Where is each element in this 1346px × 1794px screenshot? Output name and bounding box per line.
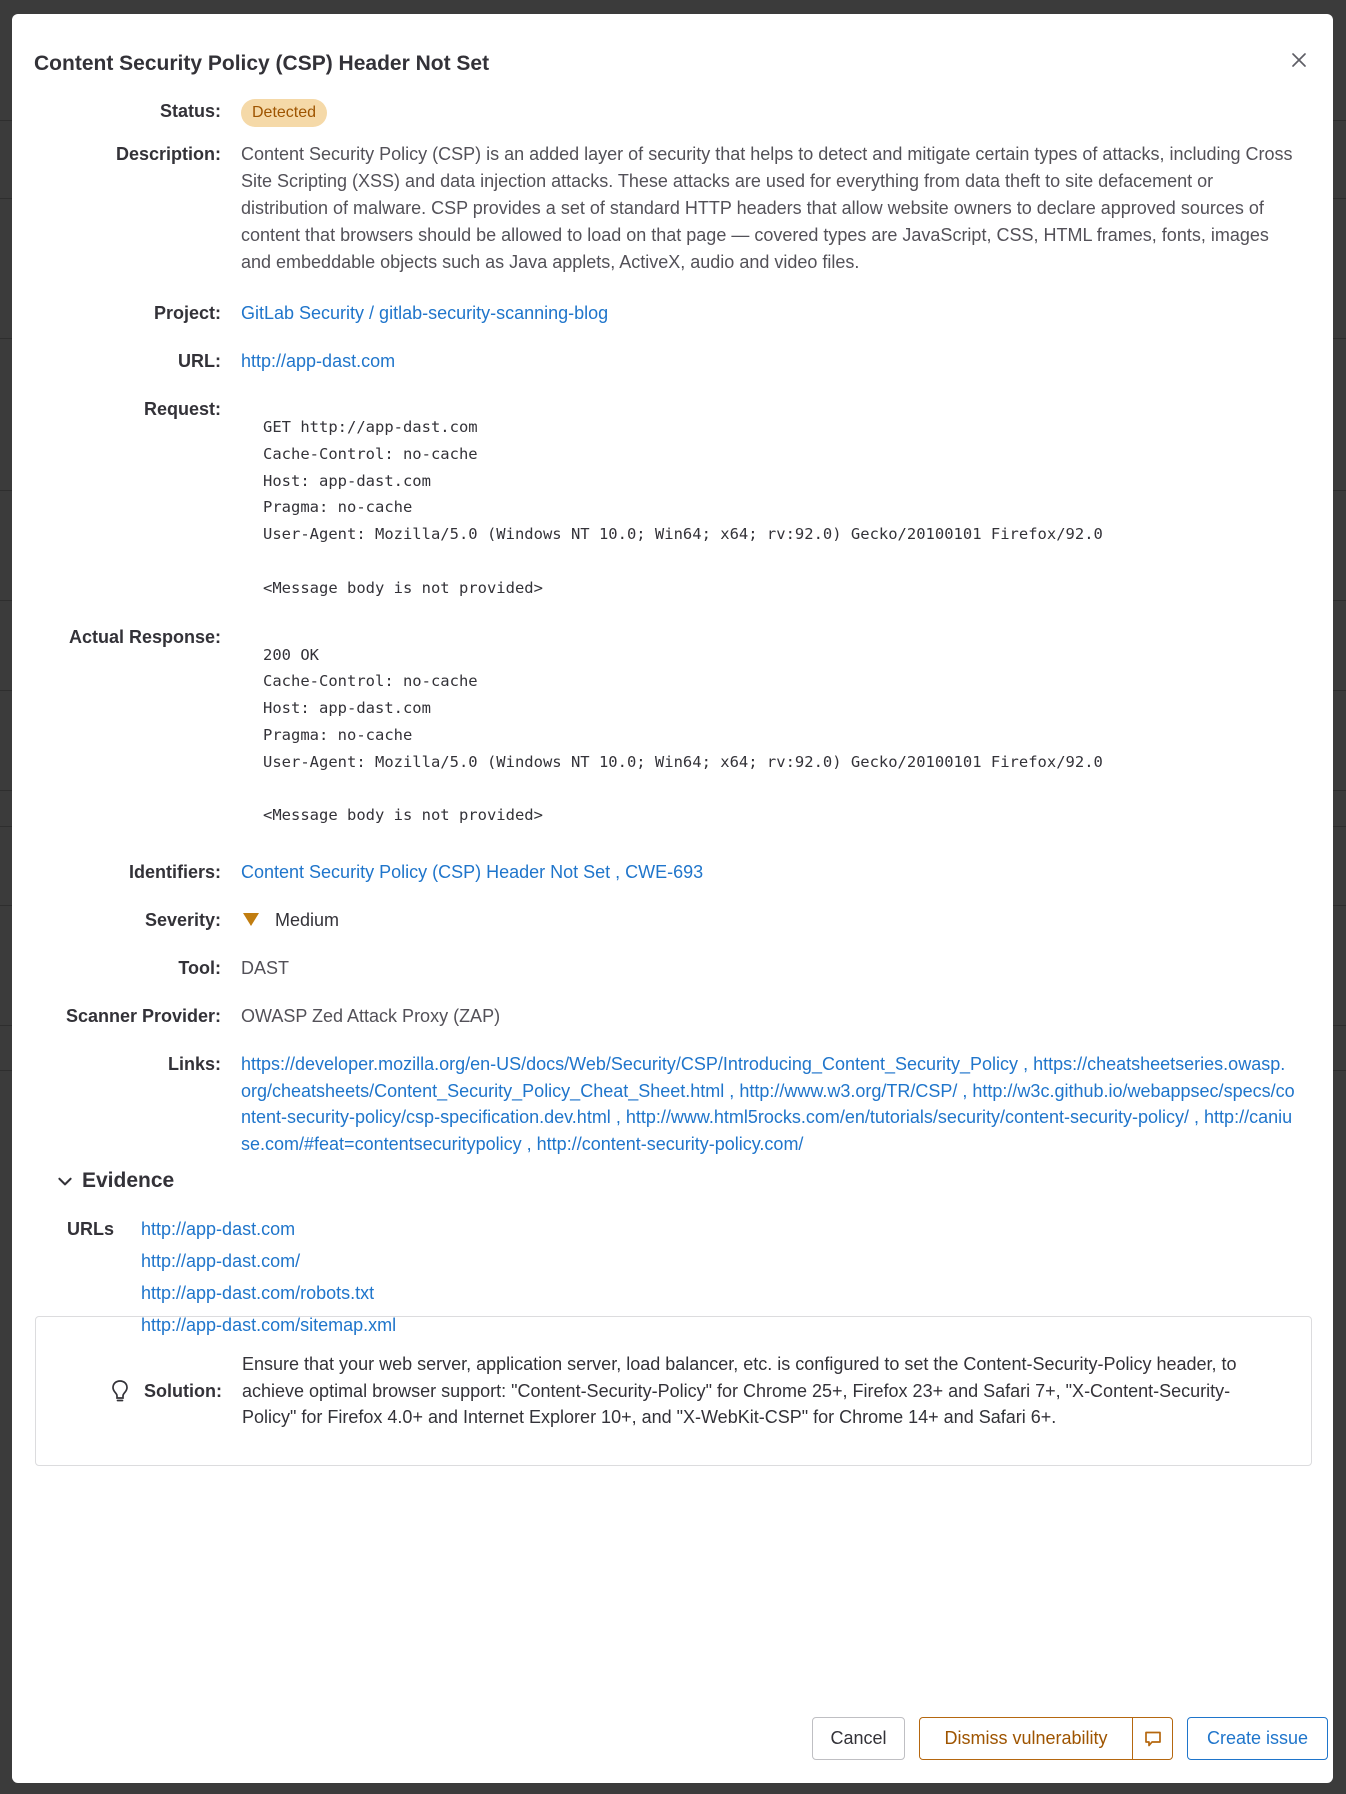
tool-row: Tool: DAST	[12, 955, 1333, 982]
tool-label: Tool:	[178, 958, 221, 979]
severity-value: Medium	[275, 910, 340, 931]
modal-title: Content Security Policy (CSP) Header Not…	[34, 52, 490, 75]
evidence-url-link[interactable]: http://app-dast.com	[141, 1213, 396, 1245]
evidence-url-link[interactable]: http://app-dast.com/	[141, 1245, 396, 1277]
link-separator: ,	[724, 1080, 740, 1101]
link-separator: ,	[521, 1133, 537, 1154]
link-separator: ,	[1189, 1107, 1205, 1128]
description-text: Content Security Policy (CSP) is an adde…	[241, 144, 1293, 272]
link-separator: ,	[610, 1107, 626, 1128]
scanner-value: OWASP Zed Attack Proxy (ZAP)	[241, 1006, 501, 1027]
identifier-link[interactable]: CWE-693	[625, 862, 703, 882]
solution-text: Ensure that your web server, application…	[242, 1354, 1237, 1428]
response-code: 200 OK Cache-Control: no-cache Host: app…	[263, 645, 1103, 825]
response-label: Actual Response:	[68, 626, 221, 647]
links-label: Links:	[167, 1054, 221, 1075]
reference-link[interactable]: http://www.w3.org/TR/CSP/	[739, 1081, 957, 1101]
scanner-label: Scanner Provider:	[65, 1006, 221, 1027]
link-separator: ,	[957, 1080, 973, 1101]
project-row: Project: GitLab Security / gitlab-securi…	[12, 300, 1333, 327]
close-icon	[1292, 53, 1306, 67]
status-badge: Detected	[241, 99, 328, 127]
url-row: URL: http://app-dast.com	[12, 348, 1333, 375]
comment-icon	[1144, 1731, 1161, 1746]
links-list: https://developer.mozilla.org/en-US/docs…	[241, 1051, 1333, 1157]
description-row: Description: Content Security Policy (CS…	[12, 141, 1333, 276]
project-link[interactable]: GitLab Security / gitlab-security-scanni…	[241, 303, 608, 323]
response-row: Actual Response: 200 OK Cache-Control: n…	[12, 624, 1333, 830]
dismiss-with-comment-button[interactable]	[1132, 1718, 1172, 1759]
dismiss-vulnerability-button[interactable]: Dismiss vulnerability	[920, 1718, 1132, 1759]
status-label: Status:	[159, 101, 221, 121]
reference-link[interactable]: http://www.html5rocks.com/en/tutorials/s…	[626, 1107, 1189, 1127]
url-link[interactable]: http://app-dast.com	[241, 351, 395, 371]
scanner-row: Scanner Provider: OWASP Zed Attack Proxy…	[12, 1003, 1333, 1030]
severity-label: Severity:	[144, 910, 221, 931]
link-separator: ,	[1018, 1054, 1034, 1075]
request-code: GET http://app-dast.com Cache-Control: n…	[263, 418, 1103, 597]
reference-link[interactable]: http://content-security-policy.com/	[537, 1134, 804, 1154]
identifiers-label: Identifiers:	[128, 862, 221, 883]
reference-link[interactable]: https://developer.mozilla.org/en-US/docs…	[241, 1054, 1018, 1074]
links-row: Links: https://developer.mozilla.org/en-…	[12, 1051, 1333, 1157]
project-label: Project:	[153, 303, 221, 323]
evidence-url-link[interactable]: http://app-dast.com/robots.txt	[141, 1277, 396, 1309]
identifier-separator: ,	[610, 862, 626, 883]
chevron-down-icon	[58, 1177, 72, 1186]
status-row: Status: Detected	[12, 98, 1333, 127]
vulnerability-modal: Content Security Policy (CSP) Header Not…	[12, 14, 1333, 1783]
description-label: Description:	[115, 144, 221, 164]
identifiers-row: Identifiers: Content Security Policy (CS…	[12, 859, 1333, 886]
identifier-link[interactable]: Content Security Policy (CSP) Header Not…	[241, 862, 610, 882]
modal-footer: Cancel Dismiss vulnerability Create issu…	[812, 1717, 1328, 1760]
create-issue-button[interactable]: Create issue	[1187, 1717, 1328, 1760]
request-label: Request:	[143, 399, 221, 419]
evidence-toggle[interactable]: Evidence	[56, 1169, 1333, 1193]
dismiss-button-group: Dismiss vulnerability	[919, 1717, 1173, 1760]
url-label: URL:	[178, 351, 221, 371]
solution-card: Solution: Ensure that your web server, a…	[35, 1316, 1312, 1466]
severity-medium-icon	[243, 913, 259, 927]
severity-row: Severity: Medium	[12, 907, 1333, 934]
lightbulb-icon	[112, 1380, 128, 1402]
request-row: Request: GET http://app-dast.com Cache-C…	[12, 396, 1333, 602]
cancel-button[interactable]: Cancel	[812, 1717, 905, 1760]
solution-label: Solution:	[144, 1380, 222, 1401]
evidence-title: Evidence	[82, 1169, 175, 1193]
tool-value: DAST	[241, 958, 290, 979]
close-button[interactable]	[1283, 44, 1315, 76]
